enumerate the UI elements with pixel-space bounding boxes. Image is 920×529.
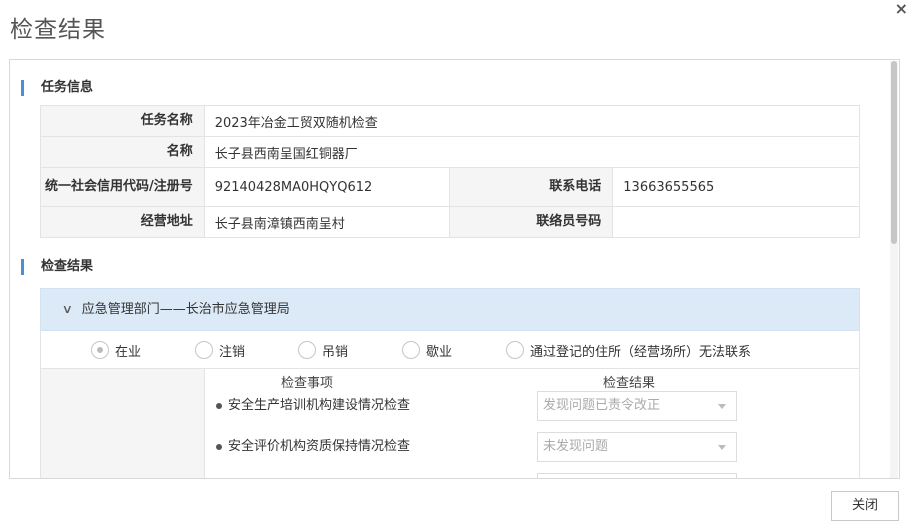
company-name-label: 名称 [40, 136, 205, 168]
phone-label: 联系电话 [448, 167, 614, 207]
bullet-icon [216, 443, 222, 450]
caret-down-icon [718, 445, 726, 450]
radio-label: 通过登记的住所（经营场所）无法联系 [530, 344, 752, 360]
bullet-icon [216, 402, 222, 409]
address-value: 长子县南漳镇西南呈村 [203, 206, 450, 238]
radio-circle [506, 341, 524, 359]
credit-code-value: 92140428MA0HQYQ612 [203, 167, 450, 207]
table-row: 统一社会信用代码/注册号 92140428MA0HQYQ612 联系电话 136… [40, 167, 860, 207]
radio-active[interactable]: 在业 [91, 340, 141, 360]
check-item: 安全评价机构资质保持情况检查 [216, 435, 410, 454]
table-row: 经营地址 长子县南漳镇西南呈村 联络员号码 [40, 206, 860, 238]
radio-circle [298, 341, 316, 359]
radio-revoked[interactable]: 吊销 [298, 340, 348, 360]
radio-label: 在业 [115, 344, 142, 360]
task-info-heading: 任务信息 [21, 80, 93, 96]
radio-cancelled[interactable]: 注销 [195, 340, 245, 360]
task-name-label: 任务名称 [40, 105, 205, 137]
scrollbar[interactable] [890, 61, 898, 478]
check-items-block: 检查事项 检查结果 安全生产培训机构建设情况检查 发现问题已责令改正 安全评价机… [40, 369, 860, 478]
modal-title: 检查结果 [10, 17, 106, 43]
radio-circle [195, 341, 213, 359]
radio-circle [91, 341, 109, 359]
task-name-value: 2023年冶金工贸双随机检查 [203, 105, 861, 137]
table-row: 任务名称 2023年冶金工贸双随机检查 [40, 105, 861, 137]
liaison-phone-label: 联络员号码 [448, 206, 614, 238]
result-select-value: 发现问题已责令改正 [543, 398, 661, 413]
status-radio-group: 在业 注销 吊销 歇业 通过登记的住所（经营场所）无法联系 [40, 331, 860, 369]
radio-label: 歇业 [426, 344, 453, 360]
department-label: 应急管理部门——长治市应急管理局 [81, 302, 290, 317]
table-row: 名称 长子县西南呈国红铜器厂 [40, 136, 861, 168]
task-info-table: 任务名称 2023年冶金工贸双随机检查 名称 长子县西南呈国红铜器厂 统一社会信… [40, 105, 861, 238]
department-accordion[interactable]: ∨ 应急管理部门——长治市应急管理局 [40, 288, 860, 331]
company-name-value: 长子县西南呈国红铜器厂 [203, 136, 861, 168]
close-button[interactable]: 关闭 [831, 491, 899, 521]
radio-label: 注销 [219, 344, 246, 360]
phone-value: 13663655565 [612, 167, 860, 207]
check-item-label: 安全评价机构资质保持情况检查 [228, 439, 411, 454]
scrollbar-thumb[interactable] [891, 61, 897, 244]
col-header-result: 检查结果 [603, 376, 656, 391]
result-select-value: 未发现问题 [543, 439, 609, 454]
radio-unreachable[interactable]: 通过登记的住所（经营场所）无法联系 [506, 340, 751, 360]
result-select-partial[interactable] [537, 473, 737, 478]
modal-body: 任务信息 任务名称 2023年冶金工贸双随机检查 名称 长子县西南呈国红铜器厂 … [9, 59, 900, 479]
result-heading: 检查结果 [21, 259, 93, 275]
check-left-column [41, 369, 205, 478]
caret-down-icon [718, 404, 726, 409]
credit-code-label: 统一社会信用代码/注册号 [40, 167, 205, 207]
check-item-label: 安全生产培训机构建设情况检查 [228, 398, 411, 413]
result-select[interactable]: 发现问题已责令改正 [537, 391, 737, 421]
check-item: 安全生产培训机构建设情况检查 [216, 394, 410, 413]
chevron-down-icon: ∨ [61, 302, 74, 316]
radio-label: 吊销 [322, 344, 349, 360]
radio-circle [402, 341, 420, 359]
col-header-item: 检查事项 [281, 376, 334, 391]
address-label: 经营地址 [40, 206, 205, 238]
result-select[interactable]: 未发现问题 [537, 432, 737, 462]
liaison-phone-value [612, 206, 860, 238]
radio-suspended[interactable]: 歇业 [402, 340, 452, 360]
close-icon[interactable]: × [895, 0, 908, 18]
